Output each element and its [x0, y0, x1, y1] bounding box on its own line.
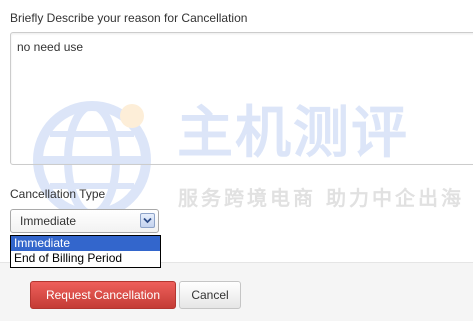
chevron-down-icon[interactable]: [140, 213, 155, 228]
reason-label: Briefly Describe your reason for Cancell…: [10, 11, 248, 25]
select-value: Immediate: [20, 214, 77, 228]
option-end-of-billing-period[interactable]: End of Billing Period: [11, 251, 160, 266]
cancel-button[interactable]: Cancel: [179, 281, 241, 309]
option-immediate[interactable]: Immediate: [11, 236, 160, 251]
request-cancellation-button[interactable]: Request Cancellation: [30, 281, 176, 309]
cancellation-type-select[interactable]: Immediate: [10, 209, 159, 233]
cancellation-type-label: Cancellation Type: [10, 187, 106, 201]
cancellation-type-dropdown: Immediate End of Billing Period: [10, 235, 161, 268]
watermark-subtitle: 服务跨境电商 助力中企出海: [178, 186, 464, 210]
form-footer: Request Cancellation Cancel: [0, 262, 473, 321]
reason-textarea[interactable]: no need use: [10, 32, 473, 165]
